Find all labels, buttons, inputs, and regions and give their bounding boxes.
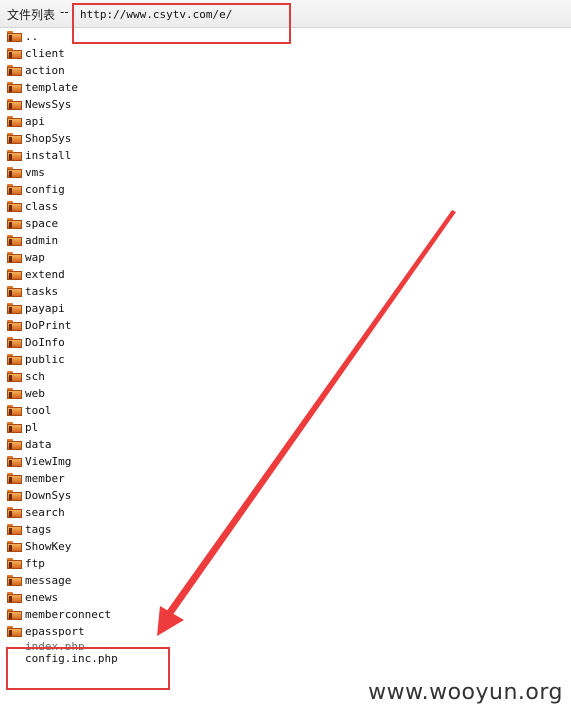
red-arrow-icon	[157, 210, 456, 636]
arrow-shaft	[166, 210, 456, 616]
watermark: www.wooyun.org	[368, 680, 563, 705]
